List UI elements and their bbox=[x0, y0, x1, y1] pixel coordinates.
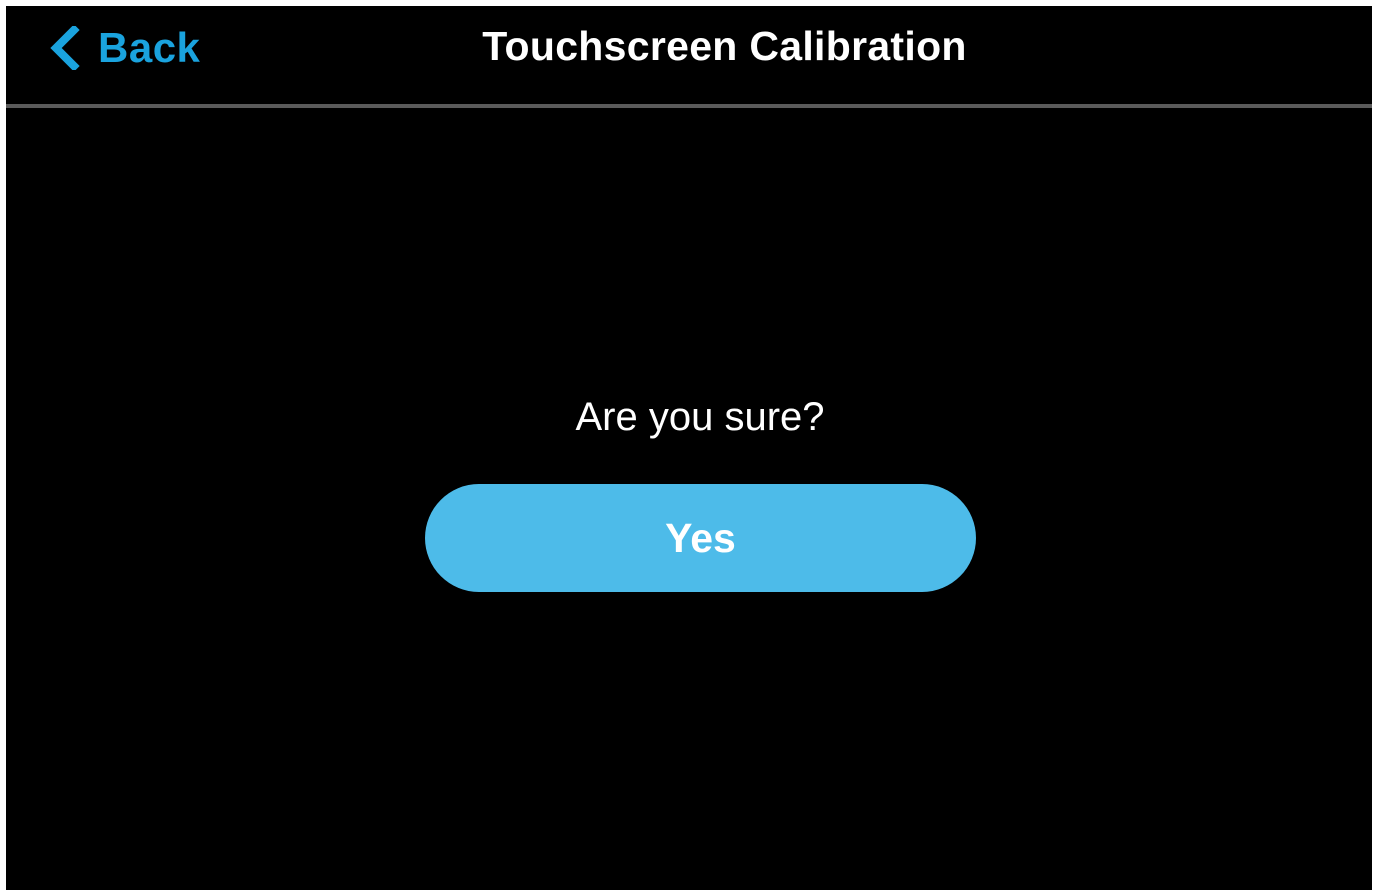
yes-button-label: Yes bbox=[665, 514, 736, 561]
header-divider bbox=[6, 104, 1372, 108]
confirmation-prompt: Are you sure? bbox=[575, 395, 825, 439]
touchscreen-calibration-screen: Back Touchscreen Calibration Are you sur… bbox=[6, 6, 1372, 890]
yes-button[interactable]: Yes bbox=[425, 484, 976, 592]
page-title: Touchscreen Calibration bbox=[482, 23, 967, 69]
header-bar: Back Touchscreen Calibration bbox=[6, 6, 1372, 106]
